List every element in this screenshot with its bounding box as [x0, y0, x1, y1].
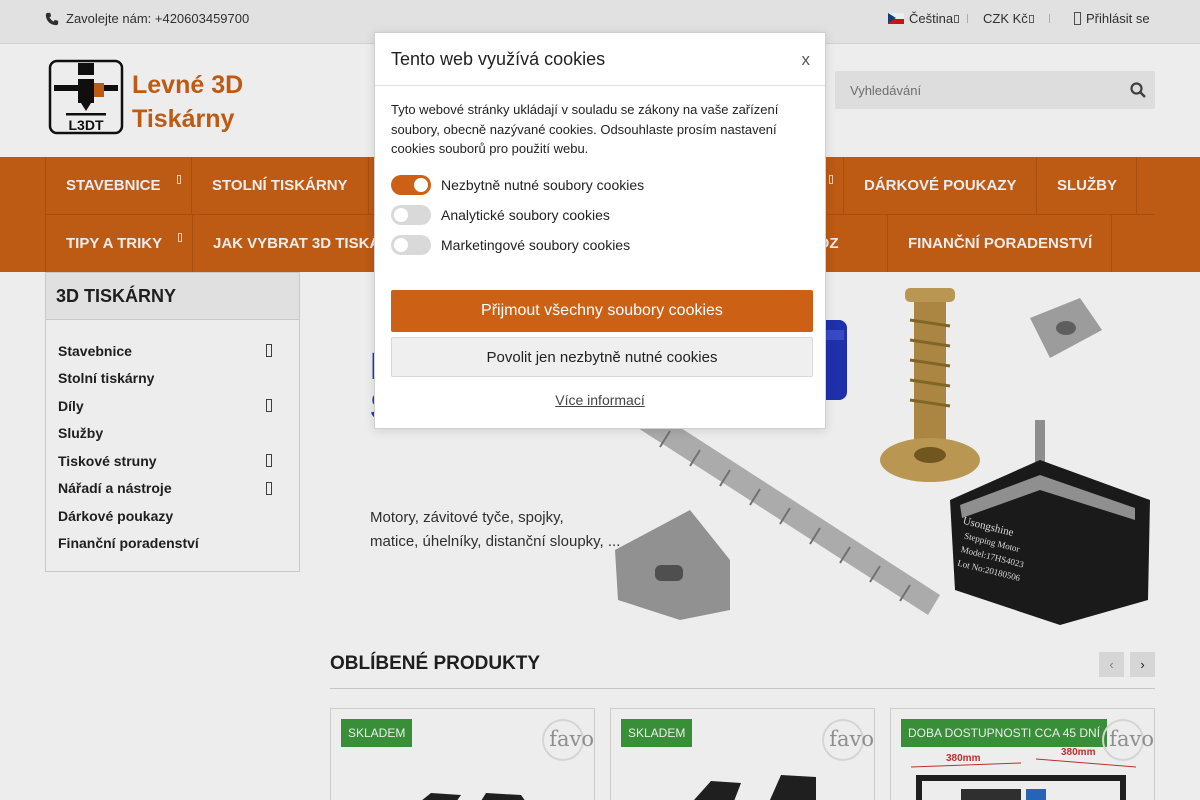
toggle-label: Nezbytně nutné soubory cookies	[441, 177, 645, 193]
cookie-toggle-marketing: Marketingové soubory cookies	[391, 235, 630, 255]
cookie-toggle-analytics: Analytické soubory cookies	[391, 205, 610, 225]
cookie-consent-dialog: Tento web využívá cookies x Tyto webové …	[374, 32, 826, 429]
more-info-link[interactable]: Více informací	[375, 392, 825, 408]
dialog-title: Tento web využívá cookies	[391, 49, 606, 69]
toggle-switch[interactable]	[391, 235, 431, 255]
close-button[interactable]: x	[802, 50, 811, 70]
cookie-toggle-necessary: Nezbytně nutné soubory cookies	[391, 175, 644, 195]
toggle-switch[interactable]	[391, 175, 431, 195]
necessary-only-button[interactable]: Povolit jen nezbytně nutné cookies	[391, 337, 813, 377]
divider	[375, 85, 825, 86]
toggle-knob	[394, 238, 408, 252]
toggle-knob	[394, 208, 408, 222]
toggle-knob	[414, 178, 428, 192]
toggle-label: Analytické soubory cookies	[441, 207, 610, 223]
cookie-description: Tyto webové stránky ukládají v souladu s…	[391, 102, 779, 156]
accept-all-button[interactable]: Přijmout všechny soubory cookies	[391, 290, 813, 332]
toggle-switch[interactable]	[391, 205, 431, 225]
toggle-label: Marketingové soubory cookies	[441, 237, 631, 253]
